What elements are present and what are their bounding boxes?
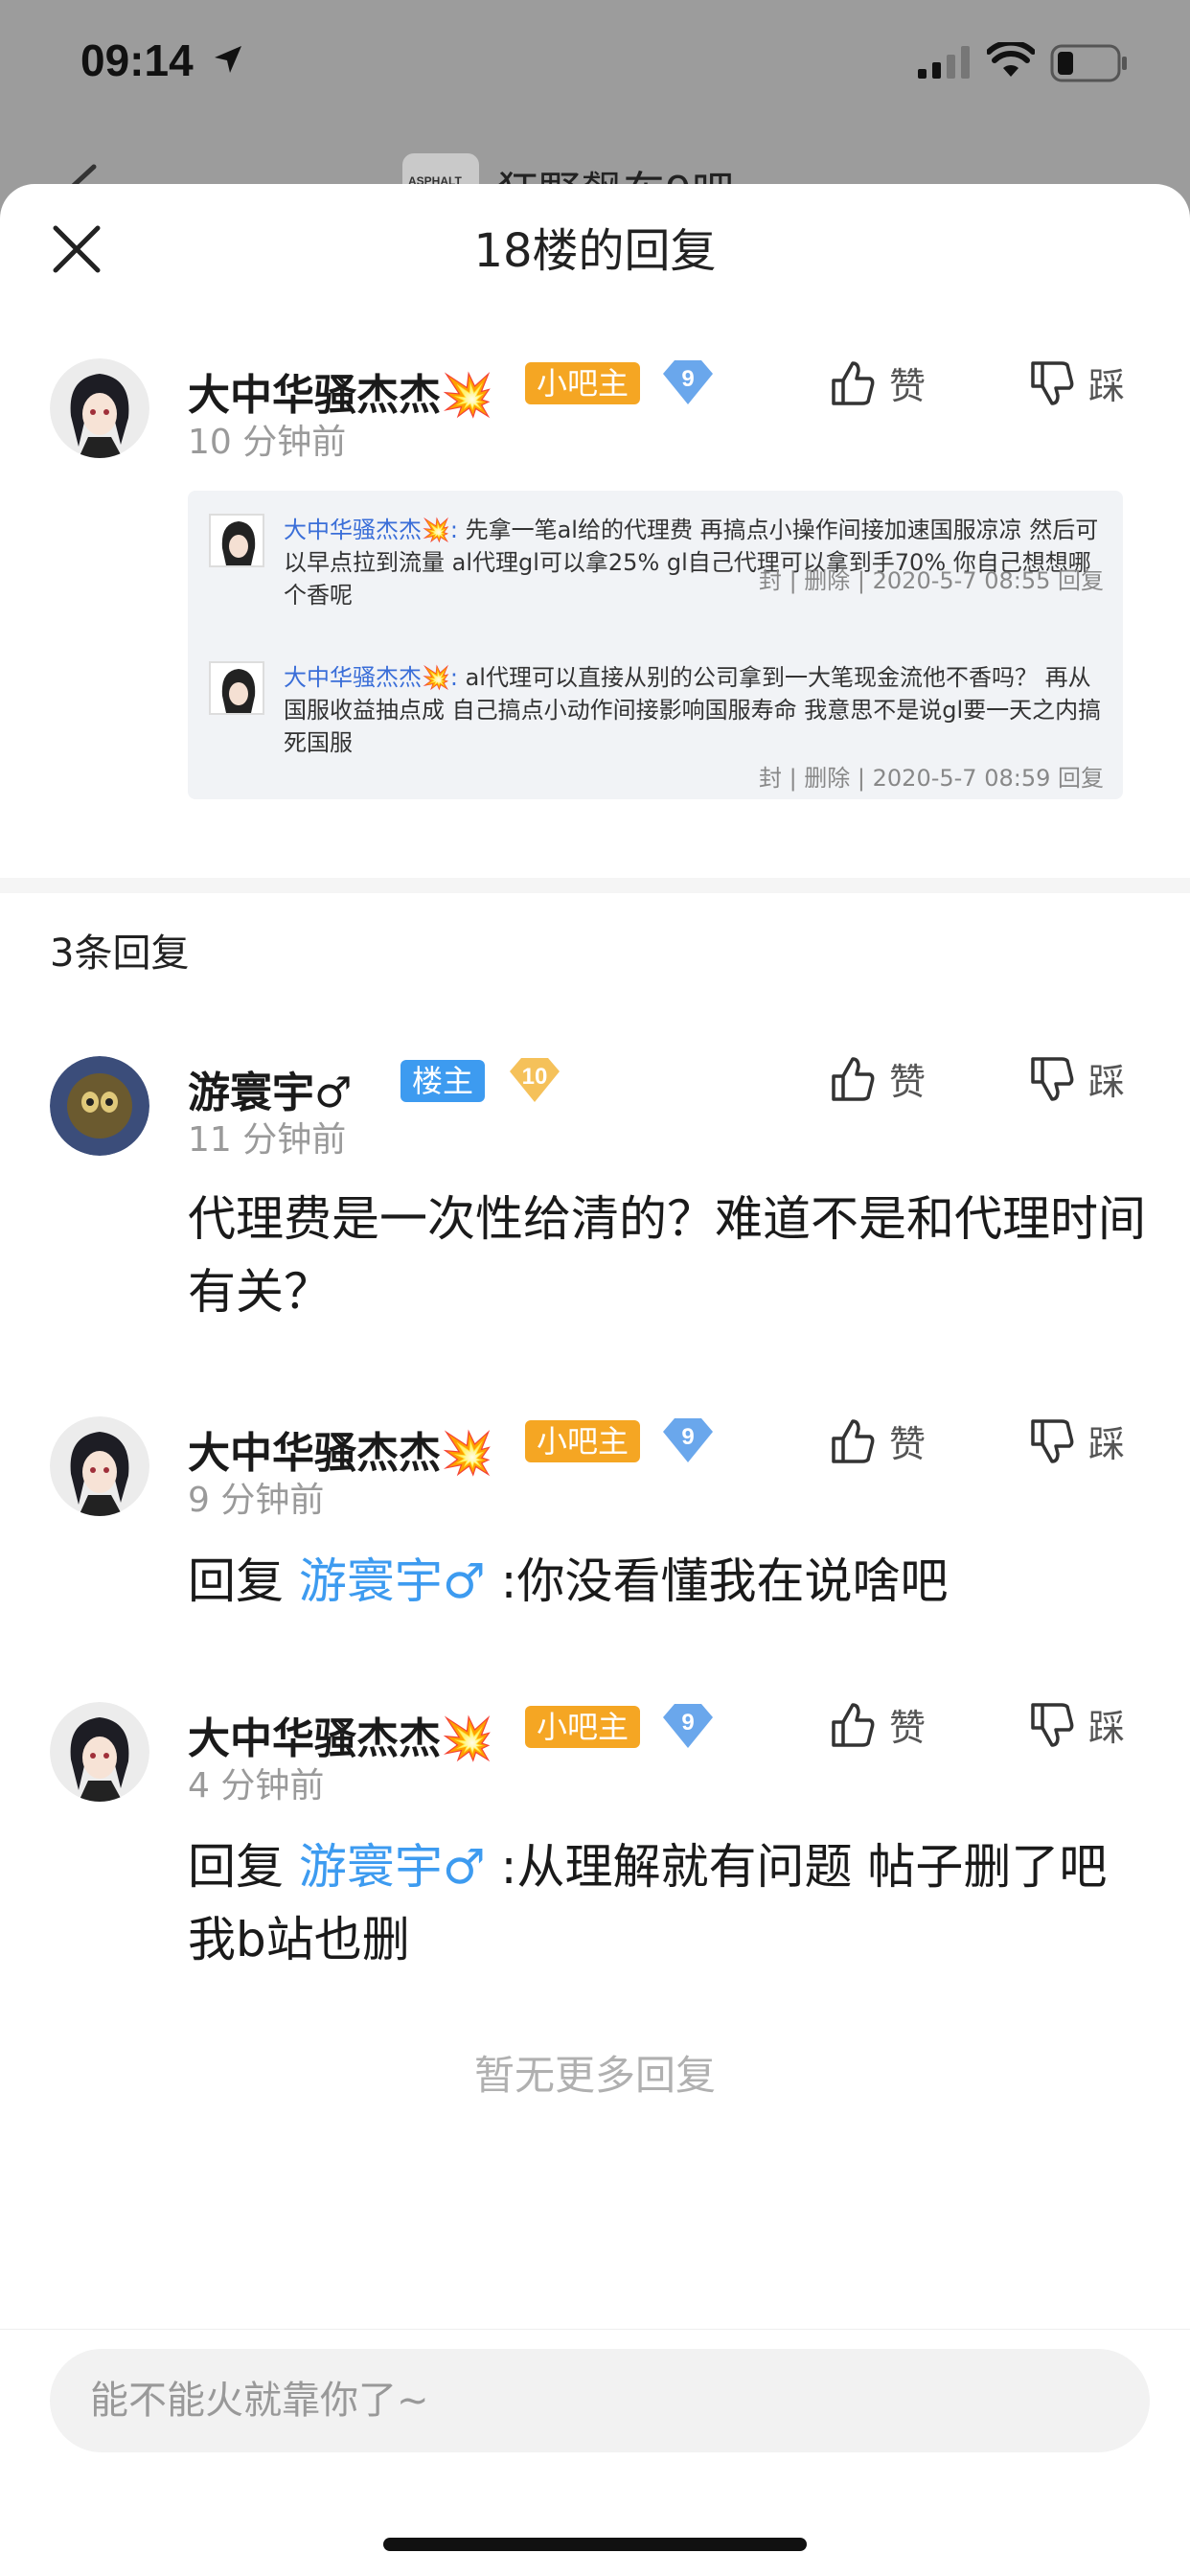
thumbs-down-icon (1031, 1702, 1074, 1747)
thumbs-up-icon (832, 1702, 875, 1747)
quote-avatar (209, 514, 264, 567)
reply-prefix: 回复 (188, 1553, 299, 1609)
reply-time: 9 分钟前 (188, 1481, 325, 1520)
thumbs-down-icon (1031, 360, 1074, 405)
reply-content: 代理费是一次性给清的？难道不是和代理时间有关？ (188, 1191, 1146, 1320)
op-badge: 楼主 (400, 1060, 486, 1102)
post-time: 10 分钟前 (188, 423, 347, 462)
home-indicator[interactable] (383, 2538, 807, 2551)
avatar[interactable] (50, 358, 149, 458)
username[interactable]: 大中华骚杰杰💥 (188, 1704, 493, 1765)
level-number: 9 (681, 1710, 695, 1736)
username-text: 大中华骚杰杰 (188, 1429, 441, 1478)
thumbs-down-icon (1031, 1056, 1074, 1101)
mention-link[interactable]: 游寰宇♂ (299, 1839, 486, 1895)
level-gem-icon: 9 (661, 1702, 715, 1750)
quote-author: 大中华骚杰杰💥: (284, 664, 458, 691)
avatar[interactable] (50, 1056, 149, 1156)
sheet-title: 18楼的回复 (473, 224, 717, 278)
level-gem-icon: 9 (661, 1416, 715, 1464)
dislike-button[interactable]: 踩 (1029, 1698, 1125, 1751)
like-label: 赞 (889, 365, 927, 407)
moderator-badge: 小吧主 (525, 1420, 641, 1462)
location-arrow-icon (215, 46, 241, 73)
sheet-header: 18楼的回复 (0, 184, 1190, 309)
mention-link[interactable]: 游寰宇♂ (299, 1553, 486, 1609)
dislike-label: 踩 (1088, 1707, 1126, 1749)
dislike-button[interactable]: 踩 (1029, 1052, 1125, 1105)
reply-prefix: 回复 (188, 1839, 299, 1895)
avatar[interactable] (50, 1702, 149, 1802)
dislike-button[interactable]: 踩 (1029, 1414, 1125, 1467)
like-button[interactable]: 赞 (830, 1698, 926, 1751)
avatar[interactable] (50, 1416, 149, 1516)
username[interactable]: 大中华骚杰杰💥 (188, 1418, 493, 1480)
level-gem-icon: 10 (508, 1056, 561, 1104)
battery-icon (1050, 44, 1127, 82)
status-time: 09:14 (80, 35, 194, 85)
dislike-label: 踩 (1088, 1061, 1126, 1103)
quote-author: 大中华骚杰杰💥: (284, 517, 458, 543)
dislike-label: 踩 (1088, 365, 1126, 407)
cellular-signal-icon (918, 46, 970, 79)
reply-text: :你没看懂我在说啥吧 (485, 1553, 949, 1609)
like-label: 赞 (889, 1423, 927, 1465)
thumbs-up-icon (832, 1056, 875, 1101)
dislike-label: 踩 (1088, 1423, 1126, 1465)
like-button[interactable]: 赞 (830, 1414, 926, 1467)
reply-count: 3条回复 (50, 932, 190, 976)
explosion-emoji: 💥 (441, 1714, 493, 1763)
level-number: 10 (521, 1064, 548, 1090)
thumbs-up-icon (832, 360, 875, 405)
reply-input[interactable]: 能不能火就靠你了~ (50, 2349, 1150, 2452)
username-text: 大中华骚杰杰 (188, 371, 441, 420)
no-more-replies: 暂无更多回复 (473, 2052, 716, 2099)
thumbs-down-icon (1031, 1418, 1074, 1463)
moderator-badge: 小吧主 (525, 362, 641, 404)
like-label: 赞 (889, 1061, 927, 1103)
level-number: 9 (681, 1424, 695, 1450)
dislike-button[interactable]: 踩 (1029, 356, 1125, 409)
quote-avatar (209, 661, 264, 715)
like-label: 赞 (889, 1707, 927, 1749)
status-bar: 09:14 (0, 0, 1190, 134)
quote-meta: 封 | 删除 | 2020-5-7 08:59 回复 (758, 765, 1104, 792)
thumbs-up-icon (832, 1418, 875, 1463)
like-button[interactable]: 赞 (830, 1052, 926, 1105)
reply-sheet: 18楼的回复 大中华骚杰杰💥 小吧主 9 10 分钟前 赞 踩 大中华骚杰杰💥:… (0, 184, 1190, 2576)
reply-content: 回复 游寰宇♂ :你没看懂我在说啥吧 (188, 1545, 1146, 1618)
username[interactable]: 游寰宇♂ (188, 1058, 352, 1119)
level-gem-icon: 9 (661, 358, 715, 406)
reply-time: 4 分钟前 (188, 1766, 325, 1806)
explosion-emoji: 💥 (441, 371, 493, 420)
level-number: 9 (681, 366, 695, 392)
username-text: 大中华骚杰杰 (188, 1714, 441, 1763)
quoted-image[interactable]: 大中华骚杰杰💥: 先拿一笔al给的代理费 再搞点小操作间接加速国服凉凉 然后可以… (188, 491, 1123, 799)
reply-time: 11 分钟前 (188, 1120, 347, 1160)
quote-meta: 封 | 删除 | 2020-5-7 08:55 回复 (758, 567, 1104, 594)
like-button[interactable]: 赞 (830, 356, 926, 409)
explosion-emoji: 💥 (441, 1429, 493, 1478)
username[interactable]: 大中华骚杰杰💥 (188, 360, 493, 422)
section-divider (0, 878, 1190, 893)
moderator-badge: 小吧主 (525, 1706, 641, 1748)
quote-text: 大中华骚杰杰💥: al代理可以直接从别的公司拿到一大笔现金流他不香吗？ 再从国服… (284, 661, 1108, 759)
reply-content: 回复 游寰宇♂ :从理解就有问题 帖子删了吧 我b站也删 (188, 1830, 1146, 1976)
wifi-icon (987, 42, 1035, 77)
